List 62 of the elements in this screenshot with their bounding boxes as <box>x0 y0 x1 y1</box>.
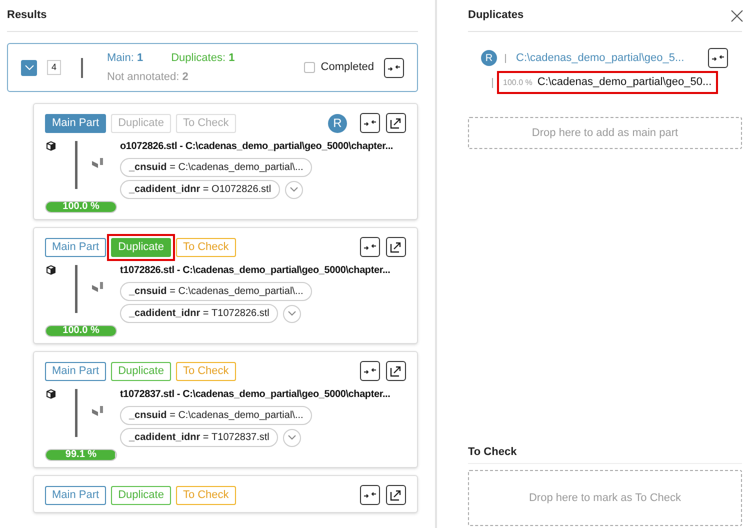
property-chip: _cnsuid = C:\cadenas_demo_partial\... <box>120 282 312 301</box>
part-title: t1072826.stl - C:\cadenas_demo_partial\geo_5000\chapter... <box>120 264 390 278</box>
count-badge: 4 <box>47 60 61 75</box>
reviewer-avatar: R <box>481 50 497 66</box>
main-part-path[interactable]: C:\cadenas_demo_partial\geo_5... <box>516 50 684 66</box>
expand-button[interactable] <box>283 428 302 446</box>
compare-icon <box>364 367 376 375</box>
chevron-down-icon <box>288 311 296 316</box>
panel-title: Duplicates <box>468 8 524 24</box>
expand-button[interactable] <box>285 180 304 198</box>
cube-icon <box>46 389 56 399</box>
similarity-score: 99.1 % <box>64 450 98 460</box>
not-annotated-count: Not annotated: 2 <box>107 70 190 84</box>
open-external-button[interactable] <box>386 113 406 133</box>
main-part-drop-zone[interactable]: Drop here to add as main part <box>468 117 742 149</box>
cube-icon <box>46 141 56 151</box>
open-external-button[interactable] <box>386 237 406 257</box>
tag-button[interactable]: Duplicate <box>107 234 175 260</box>
external-link-icon <box>390 365 402 377</box>
compare-button[interactable] <box>360 113 380 133</box>
duplicate-count: Duplicates: 1 <box>171 51 235 66</box>
external-link-icon <box>390 241 402 253</box>
chevron-down-icon <box>290 187 298 192</box>
duplicate-path: C:\cadenas_demo_partial\geo_50... <box>537 75 712 90</box>
similarity-score: 100.0 % <box>503 76 532 88</box>
close-icon[interactable] <box>731 10 743 22</box>
property-chip: _cnsuid = C:\cadenas_demo_partial\... <box>120 158 312 177</box>
part-title: t1072837.stl - C:\cadenas_demo_partial\geo_5000\chapter... <box>120 388 390 402</box>
cube-icon <box>46 265 56 275</box>
completed-checkbox[interactable] <box>304 62 315 73</box>
open-external-button[interactable] <box>386 361 406 381</box>
chevron-down-icon <box>288 435 296 440</box>
collapse-toggle[interactable] <box>21 60 37 76</box>
compare-icon <box>364 119 376 127</box>
to-check-drop-zone[interactable]: Drop here to mark as To Check <box>468 470 742 526</box>
reviewer-avatar: R <box>328 114 347 132</box>
open-external-button[interactable] <box>386 485 406 505</box>
panel-title: To Check <box>468 445 517 460</box>
compare-button[interactable] <box>708 48 728 68</box>
compare-icon <box>364 243 376 251</box>
property-chip: _cadident_idnr = T1072826.stl <box>120 304 278 323</box>
compare-button[interactable] <box>360 361 380 381</box>
chevron-icon <box>24 65 34 70</box>
similarity-score: 100.0 % <box>62 202 100 212</box>
expand-button[interactable] <box>283 304 302 322</box>
compare-icon <box>364 491 376 499</box>
compare-button[interactable] <box>360 237 380 257</box>
property-chip: _cnsuid = C:\cadenas_demo_partial\... <box>120 406 312 425</box>
external-link-icon <box>390 489 402 501</box>
property-chip: _cadident_idnr = T1072837.stl <box>120 428 278 447</box>
main-count: Main: 1 <box>107 51 144 66</box>
duplicate-item[interactable]: 100.0 % C:\cadenas_demo_partial\geo_50... <box>497 71 718 94</box>
property-chip: _cadident_idnr = O1072826.stl <box>120 180 280 199</box>
external-link-icon <box>390 117 402 129</box>
compare-button[interactable] <box>384 58 404 78</box>
completed-label: Completed <box>320 60 374 76</box>
compare-icon <box>388 64 400 72</box>
similarity-score: 100.0 % <box>62 326 100 336</box>
panel-title: Results <box>7 8 47 24</box>
compare-button[interactable] <box>360 485 380 505</box>
compare-icon <box>712 54 724 62</box>
part-title: o1072826.stl - C:\cadenas_demo_partial\geo_5000\chapter... <box>120 140 393 154</box>
